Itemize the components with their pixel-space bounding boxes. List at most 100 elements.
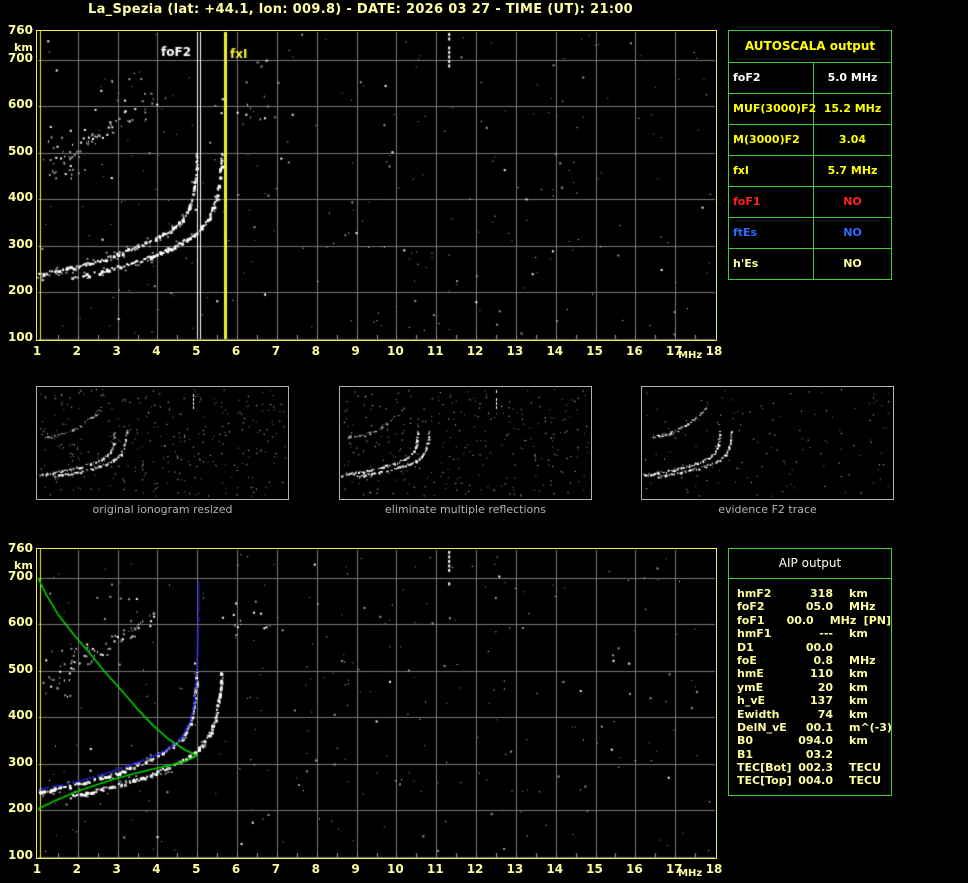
autoscala-param: fxI [729, 156, 814, 186]
y-tick-label: 200 [7, 801, 33, 816]
aip-param: foF1 [737, 613, 765, 627]
aip-value: 002.3 [798, 761, 833, 775]
aip-value: 137 [810, 694, 833, 708]
x-axis-unit-label: MHz [678, 868, 703, 879]
aip-row: B1 03.2 [737, 748, 891, 761]
x-tick-label: 3 [112, 344, 121, 358]
aip-param: DelN_vE [737, 720, 787, 734]
aip-note: [PN] [863, 613, 891, 627]
autoscala-screen: La_Spezia (lat: +44.1, lon: 009.8) - DAT… [0, 0, 968, 883]
aip-row: TEC[Top] 004.0 TECU [737, 774, 891, 787]
aip-table-header: AIP output [729, 549, 891, 579]
aip-table: AIP output hmF2 318 km foF2 05.0 MHz foF1 00.0 M… [728, 548, 892, 796]
panel-eliminate-canvas [340, 387, 591, 499]
autoscala-param: MUF(3000)F2 [729, 94, 816, 124]
aip-unit: TECU [849, 774, 882, 788]
y-tick-label: 400 [7, 708, 33, 723]
aip-param: hmF2 [737, 587, 772, 600]
aip-param: hmF1 [737, 627, 772, 641]
aip-row: TEC[Bot] 002.3 TECU [737, 761, 891, 774]
aip-row: h_vE 137 km [737, 694, 891, 707]
panel-caption-original: original ionogram resized [92, 503, 233, 516]
page-title: La_Spezia (lat: +44.1, lon: 009.8) - DAT… [88, 2, 634, 17]
autoscala-row: fxI 5.7 MHz [729, 155, 891, 186]
x-tick-label: 7 [271, 862, 281, 876]
x-tick-label: 1 [32, 862, 42, 876]
autoscala-param: M(3000)F2 [729, 125, 814, 155]
aip-value: 74 [817, 707, 833, 721]
aip-row: foF1 00.0 MHz [PN] [737, 614, 891, 627]
x-tick-label: 8 [311, 862, 320, 876]
autoscala-table-body: foF2 5.0 MHz MUF(3000)F2 15.2 MHz M(3000)F2 3… [729, 63, 891, 279]
y-tick-label: 400 [7, 190, 33, 205]
autoscala-value: 3.04 [838, 133, 867, 146]
aip-unit: MHz [849, 600, 876, 614]
aip-value: 00.0 [786, 613, 814, 627]
panel-eliminate-reflections [339, 386, 592, 500]
x-tick-label: 2 [72, 344, 81, 358]
autoscala-row: M(3000)F2 3.04 [729, 124, 891, 155]
aip-param: TEC[Bot] [737, 761, 792, 775]
aip-row: DelN_vE 00.1 m^(-3) [737, 720, 892, 734]
y-axis-unit-label: km [14, 559, 33, 572]
autoscala-row: MUF(3000)F2 15.2 MHz [729, 93, 891, 124]
aip-row: D1 00.0 [737, 641, 891, 654]
aip-unit: km [849, 627, 868, 641]
x-tick-label: 9 [351, 344, 360, 358]
x-tick-label: 11 [426, 862, 444, 876]
aip-unit: MHz [849, 653, 876, 667]
x-tick-label: 3 [112, 862, 121, 876]
aip-unit: km [849, 587, 868, 600]
aip-param: Ewidth [737, 707, 780, 721]
y-tick-label: 760 [7, 541, 33, 555]
x-tick-label: 2 [72, 862, 81, 876]
y-tick-label: 300 [7, 754, 33, 769]
aip-unit: MHz [829, 613, 857, 627]
y-axis-unit-label: km [14, 41, 33, 54]
autoscala-value: 15.2 MHz [823, 102, 882, 115]
aip-unit: km [849, 734, 868, 748]
y-tick-label: 500 [7, 661, 33, 676]
x-tick-label: 18 [705, 862, 723, 876]
aip-value: 318 [810, 587, 833, 600]
autoscala-value: NO [843, 195, 862, 208]
aip-unit: km [849, 694, 868, 708]
y-tick-label: 100 [7, 330, 33, 344]
autoscala-value: NO [843, 226, 862, 239]
x-tick-label: 7 [271, 344, 281, 358]
aip-row: hmF1 --- km [737, 627, 891, 640]
autoscala-param: foF1 [729, 187, 814, 217]
aip-param: ymE [737, 680, 764, 694]
aip-row: ymE 20 km [737, 681, 891, 694]
aip-param: B0 [737, 734, 754, 748]
autoscala-param: ftEs [729, 218, 814, 248]
panel-caption-evidence: evidence F2 trace [718, 503, 817, 516]
panel-original-canvas [37, 387, 288, 499]
y-tick-label: 100 [7, 848, 33, 862]
y-tick-label: 500 [7, 143, 33, 158]
aip-value: 00.0 [805, 640, 833, 654]
aip-value: 0.8 [813, 653, 834, 667]
x-tick-label: 4 [152, 344, 161, 358]
autoscala-row: foF2 5.0 MHz [729, 63, 891, 93]
panel-evidence-f2 [641, 386, 894, 500]
y-tick-label: 200 [7, 283, 33, 298]
autoscala-row: foF1 NO [729, 186, 891, 217]
aip-value: 20 [817, 680, 833, 694]
aip-row: B0 094.0 km [737, 734, 891, 747]
autoscala-value: NO [843, 257, 862, 270]
aip-value: 05.0 [805, 600, 833, 614]
x-tick-label: 12 [466, 344, 484, 358]
x-tick-label: 15 [586, 862, 603, 876]
x-tick-label: 8 [311, 344, 320, 358]
x-tick-label: 6 [231, 344, 241, 358]
x-tick-label: 13 [506, 862, 524, 876]
aip-param: D1 [737, 640, 754, 654]
aip-value: 00.1 [805, 720, 833, 734]
x-tick-label: 1 [32, 344, 42, 358]
x-axis-unit-label: MHz [678, 350, 703, 361]
autoscala-value: 5.7 MHz [827, 164, 878, 177]
autoscala-row: h'Es NO [729, 248, 891, 279]
x-tick-label: 4 [152, 862, 161, 876]
x-tick-label: 14 [546, 344, 564, 358]
